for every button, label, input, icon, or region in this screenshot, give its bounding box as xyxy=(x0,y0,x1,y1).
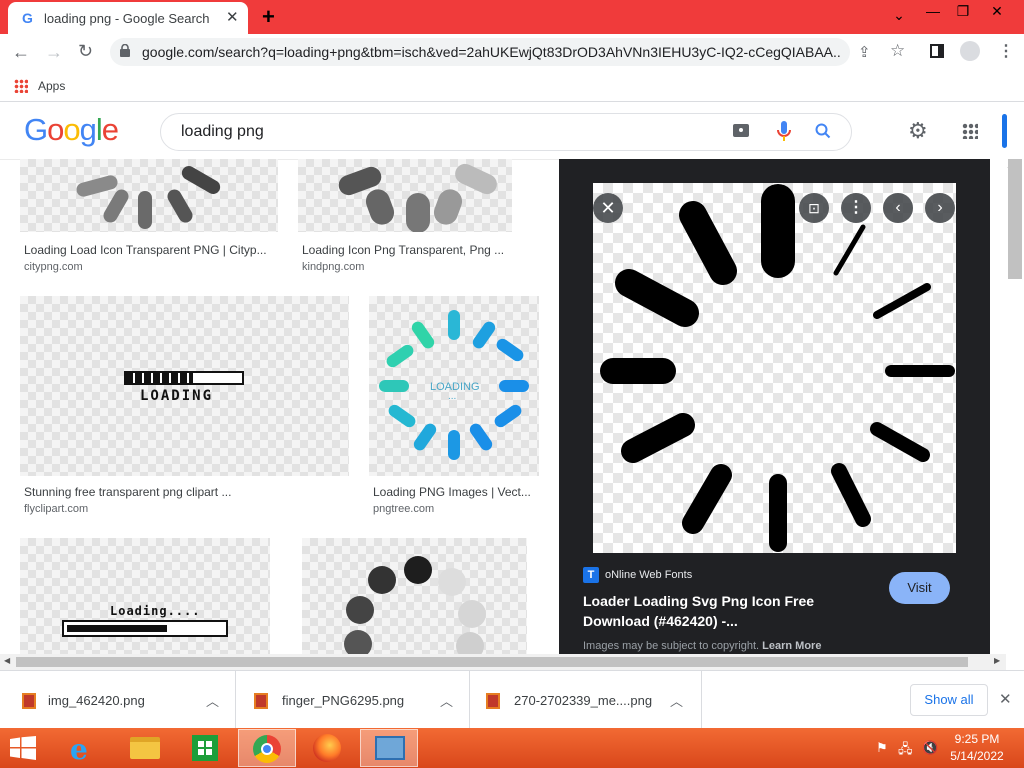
source-name[interactable]: oNline Web Fonts xyxy=(605,569,692,581)
minimize-icon[interactable]: — xyxy=(916,0,950,26)
url-text: google.com/search?q=loading+png&tbm=isch… xyxy=(142,44,842,60)
system-clock[interactable]: 9:25 PM 5/14/2022 xyxy=(946,732,1008,763)
clock-date: 5/14/2022 xyxy=(950,749,1004,763)
lens-search-icon[interactable]: ⊡ xyxy=(799,193,829,223)
microphone-icon[interactable] xyxy=(777,121,791,148)
settings-gear-icon[interactable]: ⚙ xyxy=(908,118,928,144)
copyright-notice: Images may be subject to copyright. Lear… xyxy=(583,640,822,652)
scroll-left-icon[interactable]: ◀ xyxy=(4,656,10,665)
clock-time: 9:25 PM xyxy=(954,732,1000,746)
maximize-icon[interactable]: ❐ xyxy=(946,0,980,26)
search-icon[interactable] xyxy=(815,123,831,144)
result-image-5[interactable]: Loading.... xyxy=(20,538,270,654)
horizontal-scrollbar[interactable]: ◀ ▶ xyxy=(0,654,1006,670)
share-icon[interactable]: ⇪ xyxy=(858,43,871,61)
result-site-2: kindpng.com xyxy=(302,261,365,273)
image-file-icon xyxy=(486,693,500,709)
control-panel-icon[interactable] xyxy=(360,729,418,767)
forward-icon[interactable]: → xyxy=(45,42,63,63)
result-title-4[interactable]: Loading PNG Images | Vect... xyxy=(373,485,535,499)
result-site-1: citypng.com xyxy=(24,261,83,273)
apps-grid-icon[interactable] xyxy=(14,79,28,93)
show-all-button[interactable]: Show all xyxy=(910,684,988,716)
volume-muted-icon[interactable]: 🔇 xyxy=(922,740,938,756)
downloads-bar: img_462420.png ︿ finger_PNG6295.png ︿ 27… xyxy=(0,670,1024,729)
firefox-icon[interactable] xyxy=(298,729,356,767)
reload-icon[interactable]: ↻ xyxy=(78,41,93,62)
download-item-2[interactable]: finger_PNG6295.png ︿ xyxy=(236,671,470,729)
result-title-1[interactable]: Loading Load Icon Transparent PNG | City… xyxy=(24,243,274,257)
download-filename: 270-2702339_me....png xyxy=(514,693,653,708)
more-options-icon[interactable]: ⋮ xyxy=(841,193,871,223)
result-title-2[interactable]: Loading Icon Png Transparent, Png ... xyxy=(302,243,542,257)
lock-icon xyxy=(120,43,130,57)
vertical-scroll-thumb[interactable] xyxy=(1008,159,1022,279)
google-logo[interactable]: Google xyxy=(24,112,119,148)
bookmark-star-icon[interactable]: ☆ xyxy=(890,41,905,61)
tab-search-icon[interactable]: ⌄ xyxy=(882,4,916,30)
loading-bar xyxy=(62,620,228,637)
apps-label[interactable]: Apps xyxy=(38,79,65,93)
internet-explorer-icon[interactable]: e xyxy=(54,729,112,767)
side-panel-icon[interactable] xyxy=(930,44,944,58)
image-file-icon xyxy=(22,693,36,709)
bookmarks-bar: Apps xyxy=(0,72,1024,102)
scroll-right-icon[interactable]: ▶ xyxy=(994,656,1000,665)
address-bar[interactable]: google.com/search?q=loading+png&tbm=isch… xyxy=(110,38,850,66)
store-icon[interactable] xyxy=(176,729,234,767)
previous-image-icon[interactable]: ‹ xyxy=(883,193,913,223)
horizontal-scroll-thumb[interactable] xyxy=(16,657,968,667)
tab-title: loading png - Google Search xyxy=(44,11,210,26)
tab-close-icon[interactable]: ✕ xyxy=(226,8,239,26)
loading-bar-text: Loading.... xyxy=(110,604,201,618)
loader-spinner-graphic xyxy=(600,184,955,552)
result-image-3[interactable]: LOADING xyxy=(20,296,349,476)
close-window-icon[interactable]: ✕ xyxy=(980,0,1014,26)
source-favicon-icon: T xyxy=(583,567,599,583)
preview-image[interactable] xyxy=(593,183,956,553)
close-preview-icon[interactable]: ✕ xyxy=(593,193,623,223)
new-tab-icon[interactable]: + xyxy=(262,4,275,30)
pixel-loading-text: LOADING xyxy=(140,388,214,404)
learn-more-link[interactable]: Learn More xyxy=(762,640,821,652)
image-preview-panel: ✕ ⊡ ⋮ ‹ › T oNline Web Fonts Loader Load… xyxy=(559,159,990,654)
result-image-6[interactable] xyxy=(302,538,527,654)
google-favicon-icon: G xyxy=(22,10,33,26)
google-apps-icon[interactable] xyxy=(962,123,978,139)
visit-button[interactable]: Visit xyxy=(889,572,950,604)
network-icon[interactable]: 🖧 xyxy=(898,740,913,762)
result-title-3[interactable]: Stunning free transparent png clipart ..… xyxy=(24,485,344,499)
result-site-3: flyclipart.com xyxy=(24,503,89,515)
download-item-1[interactable]: img_462420.png ︿ xyxy=(0,671,236,729)
search-box[interactable]: loading png xyxy=(160,113,852,151)
chevron-up-icon[interactable]: ︿ xyxy=(440,691,453,710)
vertical-scrollbar[interactable]: ▲ xyxy=(990,159,1024,654)
profile-icon[interactable] xyxy=(960,41,980,61)
chevron-up-icon[interactable]: ︿ xyxy=(670,691,683,710)
menu-icon[interactable]: ⋮ xyxy=(998,41,1014,61)
result-image-2[interactable] xyxy=(298,159,512,232)
back-icon[interactable]: ← xyxy=(12,42,30,63)
search-input[interactable]: loading png xyxy=(181,123,264,141)
start-windows-icon[interactable] xyxy=(10,736,36,760)
result-image-4[interactable]: LOADING ... xyxy=(369,296,539,476)
chrome-icon[interactable] xyxy=(238,729,296,767)
download-item-3[interactable]: 270-2702339_me....png ︿ xyxy=(470,671,702,729)
account-indicator[interactable] xyxy=(1002,114,1007,148)
browser-tab[interactable]: G loading png - Google Search ✕ xyxy=(8,2,248,34)
file-explorer-icon[interactable] xyxy=(116,729,174,767)
next-image-icon[interactable]: › xyxy=(925,193,955,223)
download-filename: img_462420.png xyxy=(48,693,145,708)
result-image-1[interactable] xyxy=(20,159,278,232)
chevron-up-icon[interactable]: ︿ xyxy=(206,691,219,710)
preview-title[interactable]: Loader Loading Svg Png Icon Free Downloa… xyxy=(583,591,833,631)
image-file-icon xyxy=(254,693,268,709)
close-downloads-icon[interactable]: ✕ xyxy=(999,690,1012,708)
flag-notification-icon[interactable]: ⚑ xyxy=(876,740,888,756)
teal-loading-dots: ... xyxy=(448,391,457,402)
result-site-4: pngtree.com xyxy=(373,503,435,515)
camera-icon[interactable] xyxy=(733,124,749,137)
download-filename: finger_PNG6295.png xyxy=(282,693,405,708)
pixel-progress-bar xyxy=(124,371,244,385)
